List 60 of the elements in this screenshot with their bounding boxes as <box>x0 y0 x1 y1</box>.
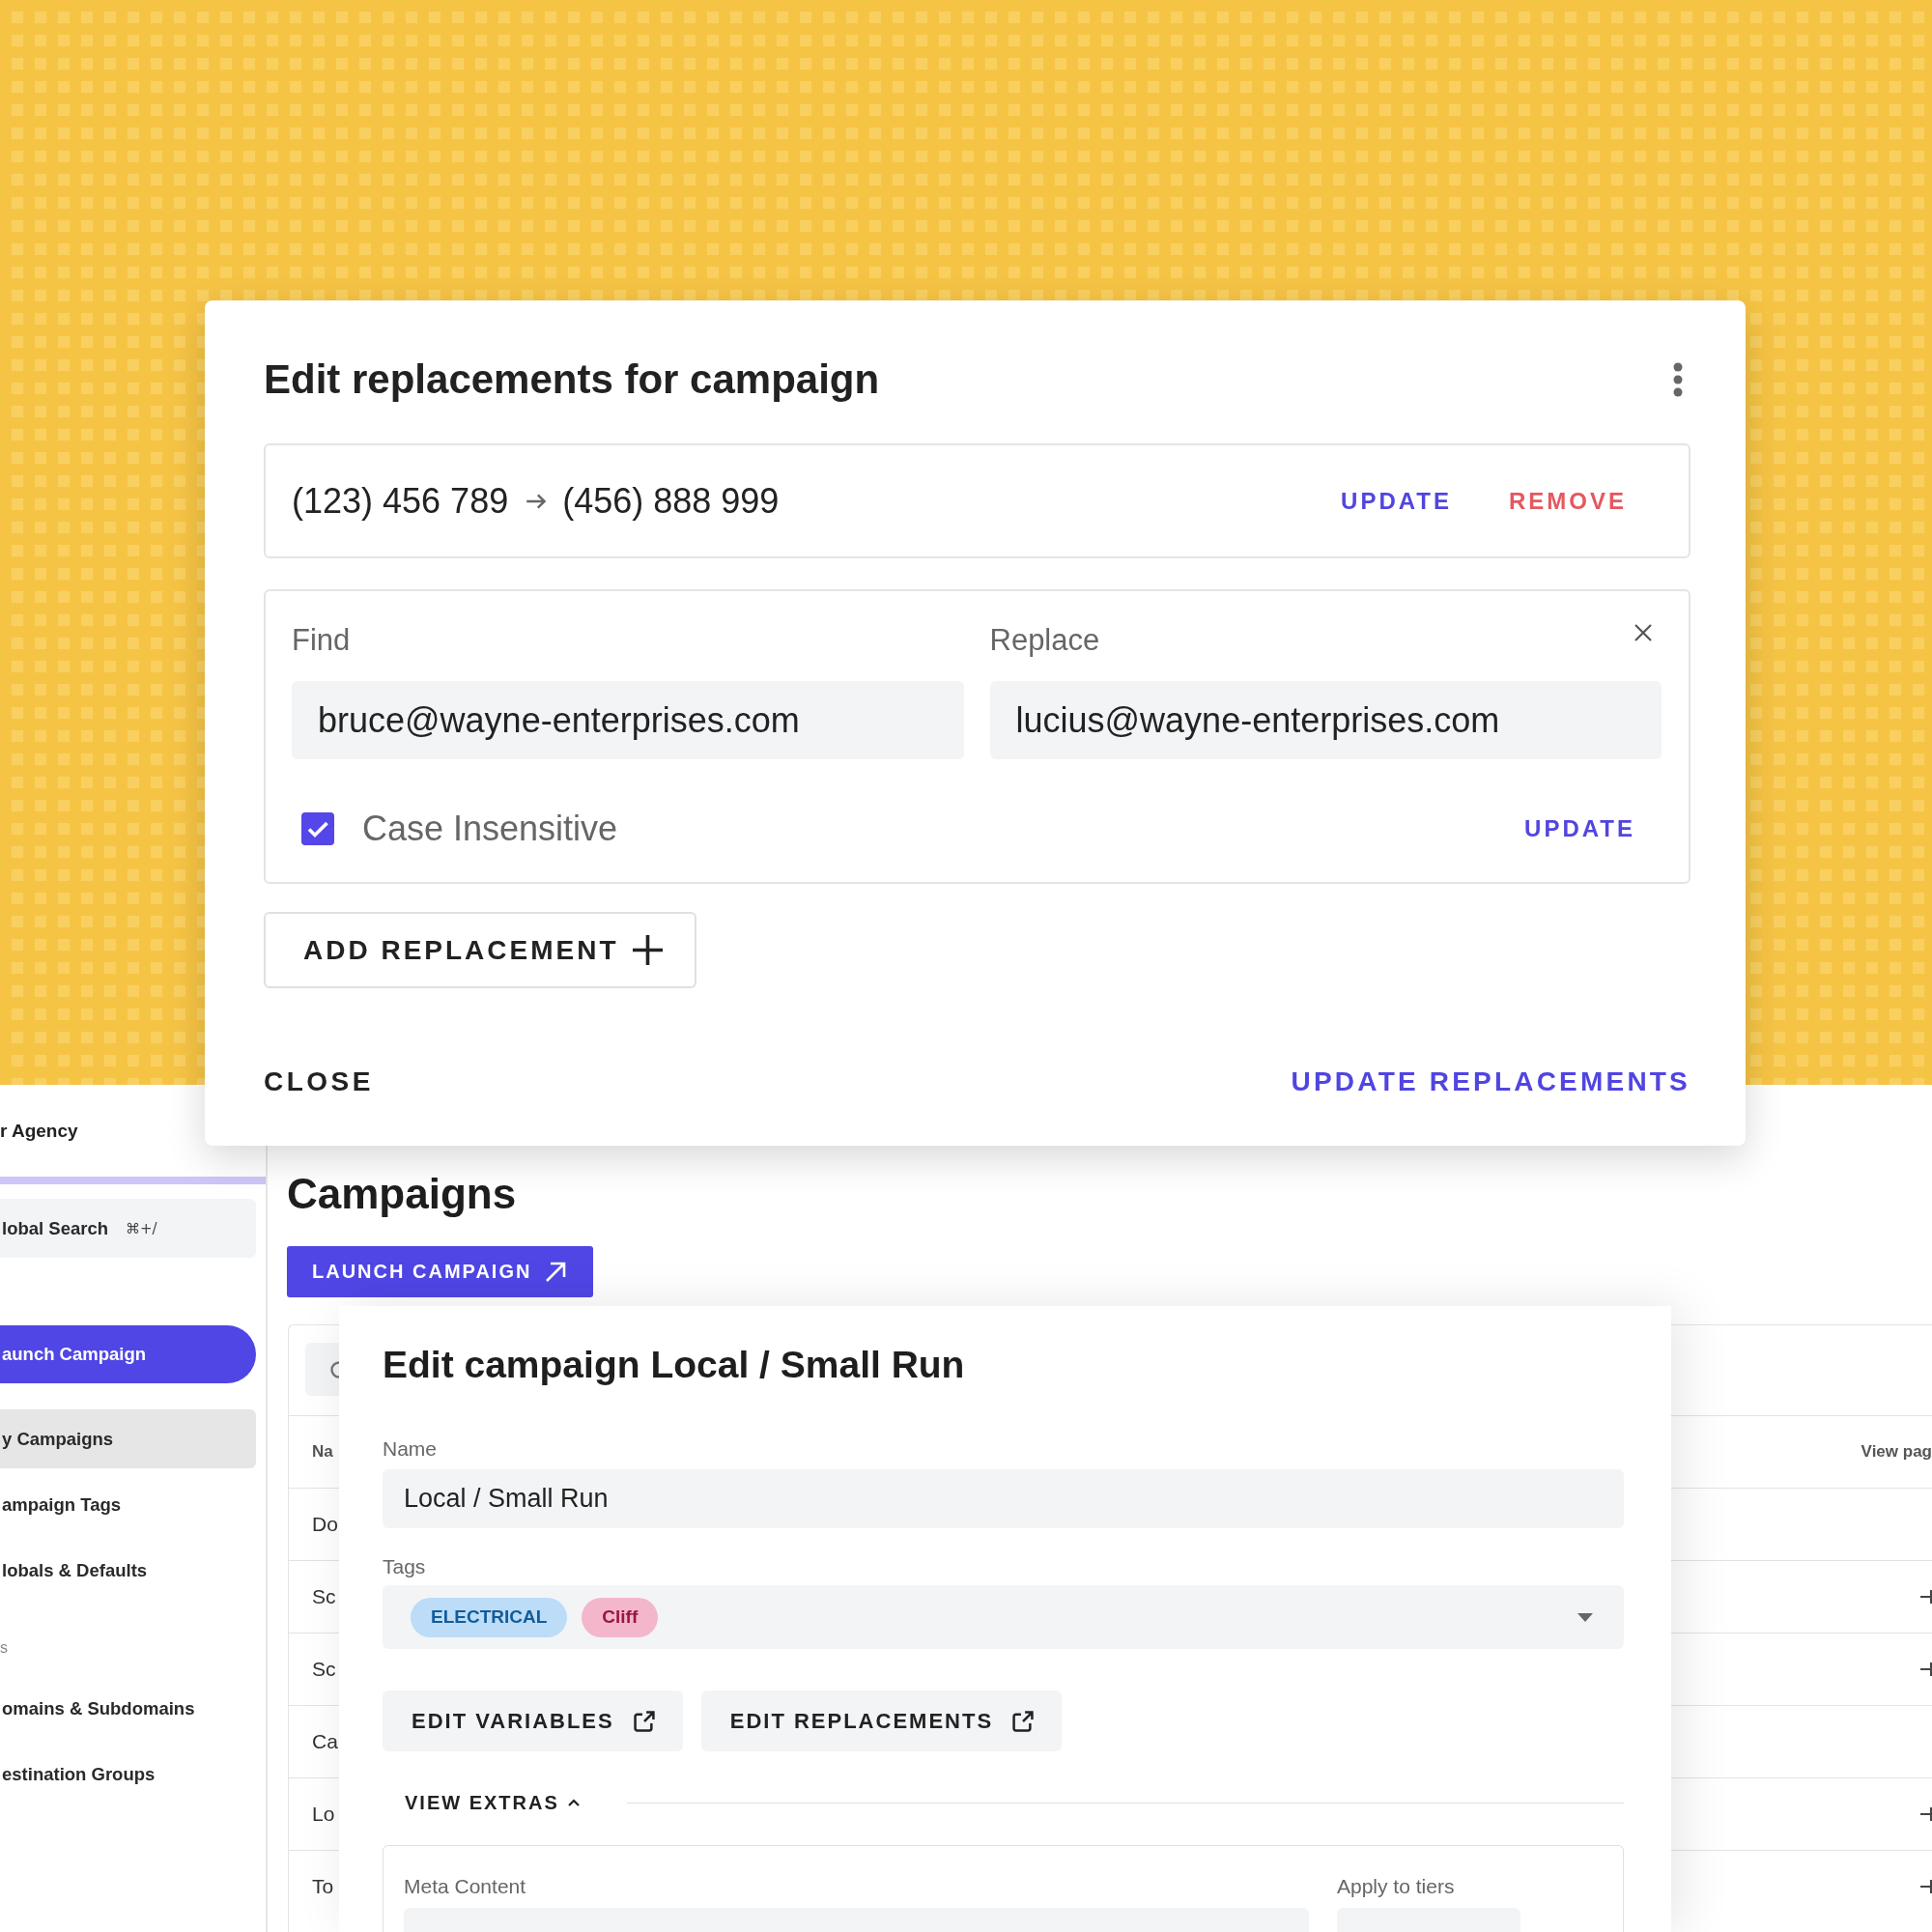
field-label: Meta Content <box>404 1874 526 1898</box>
section-label: s <box>0 1638 8 1658</box>
tag-chip: ELECTRICAL <box>411 1597 568 1637</box>
shortcut-hint: ⌘+/ <box>126 1219 157 1237</box>
plus-icon <box>632 935 663 965</box>
update-button[interactable]: UPDATE <box>1341 487 1452 515</box>
more-icon[interactable] <box>1673 362 1683 397</box>
tags-select[interactable]: ELECTRICAL Cliff <box>383 1585 1624 1649</box>
search-field[interactable] <box>305 1343 339 1396</box>
row-action-icon[interactable] <box>1920 1877 1932 1896</box>
table-cell: To <box>312 1875 334 1898</box>
nav-item[interactable]: ampaign Tags <box>0 1475 256 1534</box>
find-input[interactable]: bruce@wayne-enterprises.com <box>292 681 964 759</box>
add-replacement-button[interactable]: ADD REPLACEMENT <box>264 912 696 988</box>
tag-chip: Cliff <box>582 1597 659 1637</box>
panel-title: Edit campaign Local / Small Run <box>383 1343 965 1387</box>
page-title: Campaigns <box>287 1169 517 1219</box>
table-cell: Sc <box>312 1658 336 1681</box>
table-cell: Sc <box>312 1585 336 1608</box>
field-label: Name <box>383 1436 438 1461</box>
arrow-up-right-icon <box>545 1261 567 1283</box>
nav-item[interactable]: lobals & Defaults <box>0 1541 256 1600</box>
external-link-icon <box>633 1710 655 1732</box>
column-header: View pag <box>1861 1442 1932 1462</box>
external-link-icon <box>1012 1710 1035 1732</box>
launch-campaign-button[interactable]: LAUNCH CAMPAIGN <box>287 1246 594 1297</box>
checkbox[interactable] <box>301 812 334 845</box>
dropdown-caret-icon <box>1577 1612 1593 1622</box>
field-label: Replace <box>989 623 1100 658</box>
org-name: r Agency <box>0 1120 78 1142</box>
replace-input[interactable]: lucius@wayne-enterprises.com <box>989 681 1662 759</box>
find-value: (123) 456 789 <box>292 480 509 522</box>
column-header: Na <box>312 1442 333 1462</box>
global-search-button[interactable]: lobal Search ⌘+/ <box>0 1199 256 1258</box>
field-label: Tags <box>383 1554 426 1578</box>
close-icon[interactable] <box>1634 623 1653 642</box>
launch-campaign-button[interactable]: aunch Campaign <box>0 1325 256 1383</box>
checkbox-label: Case Insensitive <box>362 809 618 849</box>
edit-button[interactable]: EDIT REPLACEMENTS <box>700 1690 1063 1751</box>
table-cell: Ca <box>312 1730 338 1753</box>
dialog-title: Edit replacements for campaign <box>264 355 880 404</box>
field-label: Find <box>292 623 351 658</box>
close-button[interactable]: CLOSE <box>264 1065 374 1098</box>
remove-button[interactable]: REMOVE <box>1509 487 1627 515</box>
row-action-icon[interactable] <box>1920 1587 1932 1606</box>
name-input[interactable]: Local / Small Run <box>383 1469 1624 1528</box>
table-cell: Do <box>312 1513 338 1536</box>
nav-item[interactable]: omains & Subdomains <box>0 1679 256 1738</box>
search-icon <box>328 1358 339 1380</box>
replace-value: (456) 888 999 <box>562 480 780 522</box>
nav-item[interactable]: estination Groups <box>0 1745 256 1804</box>
table-cell: Lo <box>312 1803 335 1826</box>
view-extras-toggle[interactable]: VIEW EXTRAS <box>405 1790 580 1815</box>
nav-item[interactable]: y Campaigns <box>0 1409 256 1468</box>
row-action-icon[interactable] <box>1920 1660 1932 1679</box>
field-label: Apply to tiers <box>1337 1874 1455 1898</box>
row-action-icon[interactable] <box>1920 1804 1932 1824</box>
update-replacements-button[interactable]: UPDATE REPLACEMENTS <box>1291 1065 1690 1098</box>
edit-button[interactable]: EDIT VARIABLES <box>383 1690 683 1751</box>
update-button[interactable]: UPDATE <box>1524 815 1635 842</box>
